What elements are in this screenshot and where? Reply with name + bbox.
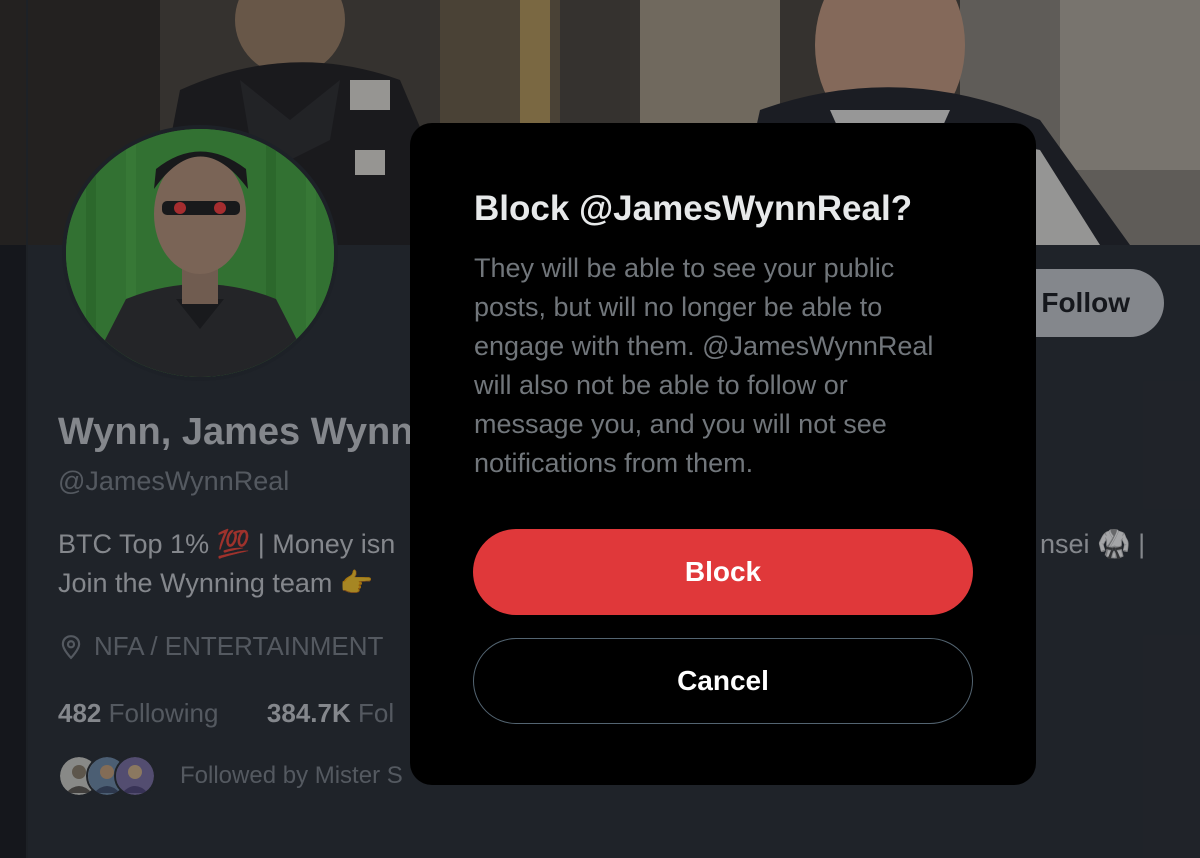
dialog-description: They will be able to see your public pos…	[474, 249, 994, 483]
dialog-description-line: engage with them. @JamesWynnReal	[474, 331, 934, 361]
block-confirm-dialog: Block @JamesWynnReal? They will be able …	[410, 123, 1036, 785]
dialog-description-line: will also not be able to follow or	[474, 370, 848, 400]
cancel-button[interactable]: Cancel	[473, 638, 973, 724]
dialog-description-line: posts, but will no longer be able to	[474, 292, 883, 322]
dialog-description-line: message you, and you will not see	[474, 409, 887, 439]
dialog-title: Block @JamesWynnReal?	[474, 189, 913, 228]
dialog-description-line: They will be able to see your public	[474, 253, 895, 283]
dialog-description-line: notifications from them.	[474, 448, 754, 478]
block-button[interactable]: Block	[473, 529, 973, 615]
profile-page: Follow Wynn, James Wynn @JamesWynnReal B…	[0, 0, 1200, 858]
